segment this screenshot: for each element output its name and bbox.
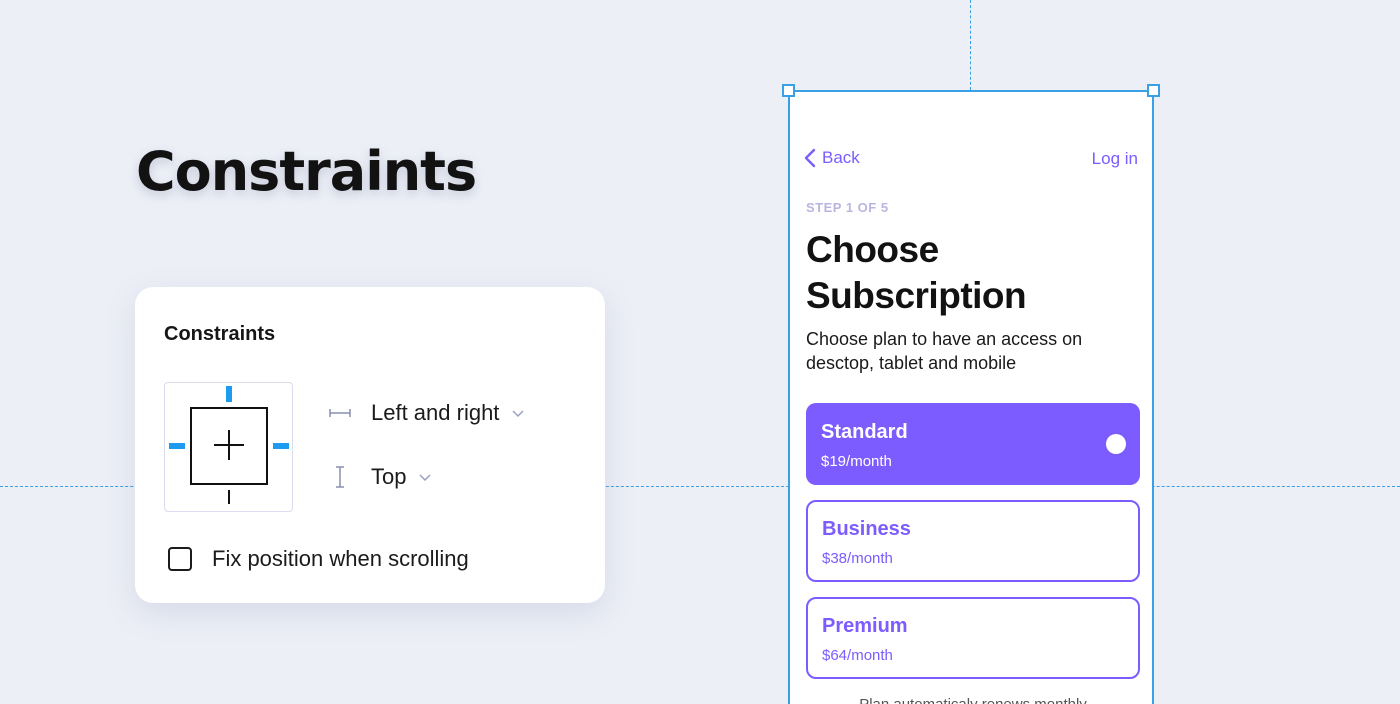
vertical-constraint-icon (325, 465, 355, 489)
heading-line-1: Choose (806, 229, 939, 270)
horizontal-constraint-dropdown[interactable]: Left and right (325, 400, 525, 426)
renew-note: Plan automaticaly renews monthly (790, 696, 1156, 704)
horizontal-constraint-value: Left and right (371, 400, 500, 425)
back-button[interactable]: Back (804, 148, 860, 168)
fix-position-checkbox[interactable] (168, 547, 192, 571)
screen-subtext: Choose plan to have an access on desctop… (806, 329, 1083, 373)
plan-name: Business (822, 518, 911, 540)
frame-resize-handle-top-right[interactable] (1147, 84, 1160, 97)
center-plus-vertical[interactable] (228, 430, 230, 460)
plan-card-business[interactable]: Business $38/month (806, 500, 1140, 582)
phone-frame: Back Log in STEP 1 OF 5 Choose Subscript… (788, 90, 1154, 704)
plan-price: $64/month (822, 647, 893, 664)
step-indicator: STEP 1 OF 5 (806, 200, 889, 215)
page-title: Constraints (136, 140, 477, 203)
chevron-down-icon (511, 408, 525, 418)
back-label: Back (822, 148, 860, 167)
screen-heading: Choose Subscription (806, 227, 1136, 319)
plan-name: Standard (821, 421, 908, 443)
fix-position-label: Fix position when scrolling (212, 546, 469, 571)
constraint-right-handle[interactable] (273, 443, 289, 449)
chevron-left-icon (804, 148, 816, 168)
horizontal-constraint-icon (325, 407, 355, 419)
plan-price: $38/month (822, 550, 893, 567)
plan-selected-radio[interactable] (1106, 434, 1126, 454)
constraint-left-handle[interactable] (169, 443, 185, 449)
plan-price: $19/month (821, 453, 892, 470)
constraint-bottom-handle[interactable] (228, 490, 230, 504)
vertical-constraint-dropdown[interactable]: Top (325, 464, 432, 490)
frame-resize-handle-top-left[interactable] (782, 84, 795, 97)
heading-line-2: Subscription (806, 275, 1027, 316)
panel-title: Constraints (164, 323, 276, 345)
plan-name: Premium (822, 615, 908, 637)
chevron-down-icon (418, 472, 432, 482)
constraints-panel: Constraints Left and right Top Fix posit… (135, 287, 605, 603)
constraint-widget[interactable] (164, 382, 293, 512)
plan-card-premium[interactable]: Premium $64/month (806, 597, 1140, 679)
login-link[interactable]: Log in (1092, 149, 1138, 169)
vertical-constraint-value: Top (371, 464, 407, 489)
plan-card-standard[interactable]: Standard $19/month (806, 403, 1140, 485)
constraint-top-handle[interactable] (226, 386, 232, 402)
fix-position-option[interactable]: Fix position when scrolling (168, 546, 469, 572)
vertical-guide-line (970, 0, 971, 90)
